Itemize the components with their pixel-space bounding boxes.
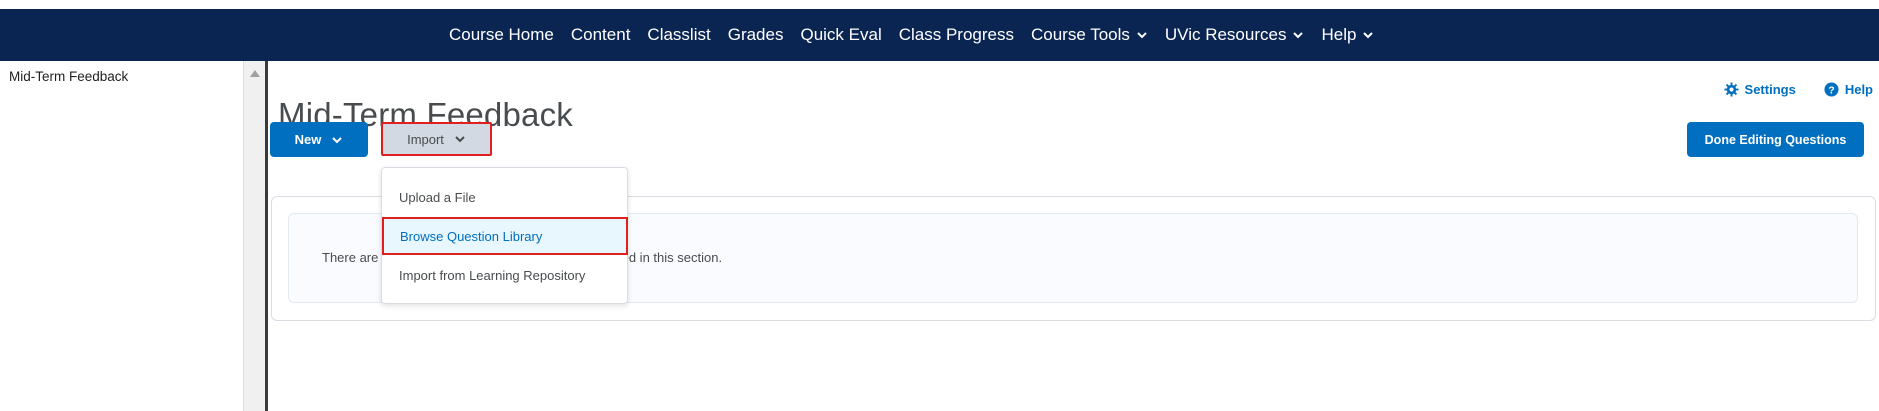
menu-item-label: Import from Learning Repository [399,267,586,283]
nav-quick-eval[interactable]: Quick Eval [800,25,881,45]
chevron-down-icon [1363,32,1374,39]
left-frame-scrollbar[interactable] [243,61,266,411]
svg-text:?: ? [1828,85,1834,96]
nav-course-tools[interactable]: Course Tools [1031,25,1148,45]
chevron-down-icon [332,136,343,143]
menu-item-import-learning-repository[interactable]: Import from Learning Repository [382,256,627,294]
help-label: Help [1844,82,1873,97]
menu-item-label: Browse Question Library [400,228,543,244]
help-link[interactable]: ? Help [1824,82,1873,97]
top-strip [0,0,1879,9]
menu-item-label: Upload a File [399,189,476,205]
nav-classlist[interactable]: Classlist [647,25,710,45]
done-editing-questions-button[interactable]: Done Editing Questions [1687,122,1864,157]
import-button-label: Import [407,131,444,147]
nav-label: Classlist [647,25,711,44]
menu-item-browse-question-library[interactable]: Browse Question Library [382,217,628,255]
menu-item-upload-file[interactable]: Upload a File [382,178,627,216]
chevron-down-icon [1137,32,1147,39]
new-button-label: New [294,132,322,147]
empty-state-text-left: There are [322,250,379,265]
settings-label: Settings [1744,82,1796,97]
settings-link[interactable]: Settings [1724,82,1796,97]
chevron-down-icon [455,136,465,143]
frame-divider[interactable] [265,61,268,411]
nav-uvic-resources[interactable]: UVic Resources [1165,25,1305,45]
nav-label: Help [1321,25,1357,44]
nav-label: Grades [727,25,784,44]
page-actions: Settings ? Help [1724,82,1873,97]
left-frame: Mid-Term Feedback [0,61,243,411]
import-dropdown-menu: Upload a File Browse Question Library Im… [381,167,628,304]
nav-course-home[interactable]: Course Home [449,25,554,45]
nav-label: Content [570,25,631,44]
import-button[interactable]: Import [381,122,492,156]
left-frame-title[interactable]: Mid-Term Feedback [9,69,128,84]
nav-items: Course Home Content Classlist Grades Qui… [449,9,1374,61]
scroll-up-arrow-icon[interactable] [250,70,260,77]
nav-grades[interactable]: Grades [728,25,784,45]
nav-class-progress[interactable]: Class Progress [899,25,1014,45]
nav-label: Course Home [449,25,554,44]
gear-icon [1724,82,1739,97]
nav-content[interactable]: Content [571,25,631,45]
nav-label: Course Tools [1030,25,1130,44]
nav-label: Quick Eval [800,25,882,44]
empty-state-text-right: ned in this section. [614,250,723,265]
course-navbar: Course Home Content Classlist Grades Qui… [0,9,1879,61]
chevron-down-icon [1293,32,1304,39]
nav-label: Class Progress [898,25,1014,44]
new-button[interactable]: New [270,122,368,157]
help-circle-icon: ? [1824,82,1839,97]
nav-label: UVic Resources [1164,25,1287,44]
nav-help[interactable]: Help [1321,25,1374,45]
